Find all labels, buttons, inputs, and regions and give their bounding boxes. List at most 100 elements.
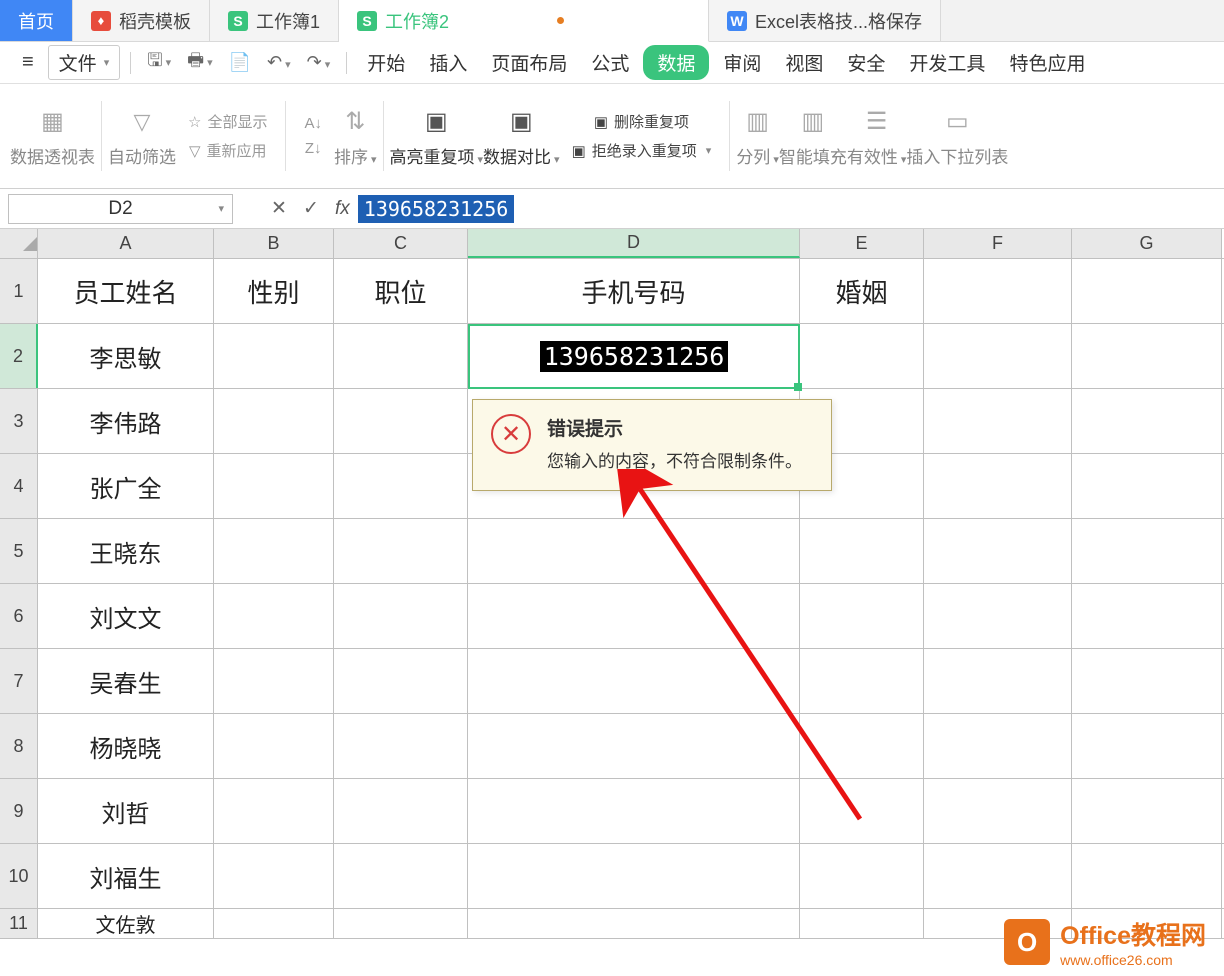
name-box[interactable]: D2 <box>8 194 233 224</box>
cancel-edit-icon[interactable]: ✕ <box>263 197 295 220</box>
menu-formula[interactable]: 公式 <box>581 45 639 80</box>
cell[interactable] <box>334 324 468 388</box>
remove-dup-button[interactable]: ▣删除重复项 <box>594 111 689 132</box>
menu-review[interactable]: 审阅 <box>713 45 771 80</box>
select-all-corner[interactable] <box>0 229 38 258</box>
insert-dropdown-button[interactable]: ▭ 插入下拉列表 <box>906 105 1008 168</box>
cell[interactable] <box>214 649 334 713</box>
cell[interactable]: 张广全 <box>38 454 214 518</box>
cell[interactable]: 刘文文 <box>38 584 214 648</box>
row-header-6[interactable]: 6 <box>0 584 38 648</box>
cell[interactable] <box>1072 649 1222 713</box>
reapply-button[interactable]: ▽重新应用 <box>189 140 267 161</box>
save-icon[interactable]: 🖫 <box>141 45 177 81</box>
reject-dup-button[interactable]: ▣拒绝录入重复项 <box>572 140 712 161</box>
show-all-button[interactable]: ☆全部显示 <box>188 111 267 132</box>
menu-view[interactable]: 视图 <box>775 45 833 80</box>
cell[interactable] <box>924 259 1072 323</box>
cell[interactable] <box>800 909 924 938</box>
cell[interactable]: 李思敏 <box>38 324 214 388</box>
cell[interactable] <box>468 519 800 583</box>
cell[interactable]: 文佐敦 <box>38 909 214 938</box>
col-header-E[interactable]: E <box>800 229 924 258</box>
row-header-9[interactable]: 9 <box>0 779 38 843</box>
tab-home[interactable]: 首页 <box>0 0 73 41</box>
fill-handle[interactable] <box>794 383 802 391</box>
menu-data[interactable]: 数据 <box>643 45 709 80</box>
cell[interactable] <box>1072 454 1222 518</box>
cell[interactable] <box>334 649 468 713</box>
row-header-11[interactable]: 11 <box>0 909 38 938</box>
cell[interactable] <box>800 779 924 843</box>
cell[interactable] <box>334 714 468 778</box>
cell[interactable] <box>924 324 1072 388</box>
cell[interactable] <box>468 844 800 908</box>
cell[interactable] <box>468 649 800 713</box>
validity-button[interactable]: ☰ 有效性 <box>847 105 907 168</box>
cell[interactable] <box>468 714 800 778</box>
pivot-table-button[interactable]: ▦ 数据透视表 <box>10 105 95 168</box>
menu-security[interactable]: 安全 <box>837 45 895 80</box>
active-cell-overlay[interactable]: 139658231256 <box>468 324 800 389</box>
row-header-8[interactable]: 8 <box>0 714 38 778</box>
cell[interactable] <box>1072 324 1222 388</box>
cell[interactable] <box>334 519 468 583</box>
cell[interactable] <box>800 519 924 583</box>
row-header-2[interactable]: 2 <box>0 324 38 388</box>
cell[interactable] <box>334 909 468 938</box>
cell[interactable] <box>924 714 1072 778</box>
cell[interactable] <box>214 779 334 843</box>
cell[interactable] <box>924 389 1072 453</box>
col-header-G[interactable]: G <box>1072 229 1222 258</box>
print-preview-icon[interactable]: 📄 <box>223 49 257 76</box>
cell[interactable] <box>214 519 334 583</box>
cell[interactable] <box>334 844 468 908</box>
cell[interactable]: 刘福生 <box>38 844 214 908</box>
smart-fill-button[interactable]: ▥ 智能填充 <box>779 105 847 168</box>
col-header-D[interactable]: D <box>468 229 800 258</box>
cell[interactable] <box>924 519 1072 583</box>
cell[interactable]: 吴春生 <box>38 649 214 713</box>
cell[interactable] <box>334 389 468 453</box>
menu-insert[interactable]: 插入 <box>419 45 477 80</box>
cell[interactable] <box>214 454 334 518</box>
tab-template[interactable]: ♦ 稻壳模板 <box>73 0 210 41</box>
cell[interactable]: 王晓东 <box>38 519 214 583</box>
file-menu[interactable]: 文件 <box>48 45 121 80</box>
tab-workbook2[interactable]: S 工作簿2 <box>339 0 709 42</box>
cell[interactable] <box>1072 714 1222 778</box>
auto-filter-button[interactable]: ▽ 自动筛选 <box>108 105 176 168</box>
col-header-A[interactable]: A <box>38 229 214 258</box>
cell[interactable] <box>1072 519 1222 583</box>
cell[interactable] <box>800 324 924 388</box>
menu-dropdown[interactable]: ≡ <box>12 47 44 78</box>
cell[interactable] <box>214 909 334 938</box>
cell[interactable]: 李伟路 <box>38 389 214 453</box>
cell[interactable] <box>334 779 468 843</box>
cell[interactable]: 刘哲 <box>38 779 214 843</box>
cell[interactable] <box>800 844 924 908</box>
cell[interactable] <box>214 714 334 778</box>
cell[interactable] <box>1072 844 1222 908</box>
sort-asc-button[interactable]: A↓ <box>304 115 322 132</box>
row-header-4[interactable]: 4 <box>0 454 38 518</box>
menu-dev-tools[interactable]: 开发工具 <box>899 45 995 80</box>
undo-icon[interactable]: ↶ <box>261 49 297 76</box>
text-to-cols-button[interactable]: ▥ 分列 <box>736 105 779 168</box>
cell[interactable] <box>924 779 1072 843</box>
cell[interactable]: 性别 <box>214 259 334 323</box>
sort-desc-button[interactable]: Z↓ <box>305 140 322 157</box>
cell[interactable]: 手机号码 <box>468 259 800 323</box>
menu-page-layout[interactable]: 页面布局 <box>481 45 577 80</box>
row-header-10[interactable]: 10 <box>0 844 38 908</box>
cell[interactable] <box>924 454 1072 518</box>
fx-icon[interactable]: fx <box>335 198 350 220</box>
confirm-edit-icon[interactable]: ✓ <box>295 197 327 220</box>
cell[interactable] <box>334 454 468 518</box>
data-compare-button[interactable]: ▣ 数据对比 <box>483 105 560 168</box>
menu-special[interactable]: 特色应用 <box>999 45 1095 80</box>
cell[interactable] <box>924 649 1072 713</box>
col-header-C[interactable]: C <box>334 229 468 258</box>
tab-excel-tech[interactable]: W Excel表格技...格保存 <box>709 0 941 41</box>
cell[interactable] <box>468 584 800 648</box>
